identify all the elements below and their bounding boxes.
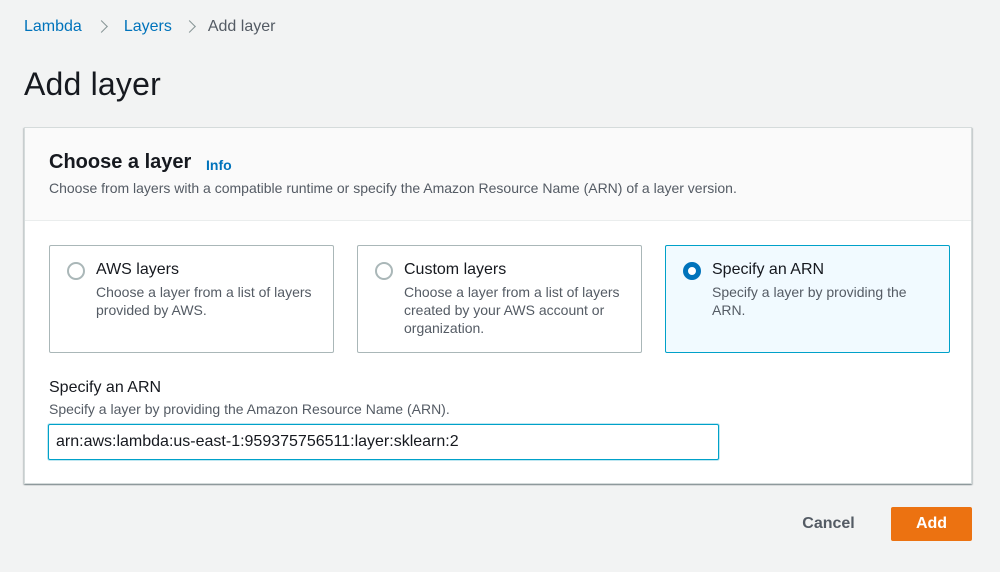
tile-custom-layers[interactable]: Custom layers Choose a layer from a list… — [357, 245, 642, 353]
breadcrumb-lambda-link[interactable]: Lambda — [24, 18, 82, 36]
chevron-right-icon — [172, 16, 208, 38]
arn-input[interactable] — [48, 424, 719, 460]
choose-layer-panel: Choose a layer Info Choose from layers w… — [24, 127, 972, 484]
tile-description: Specify a layer by providing the ARN. — [712, 284, 907, 318]
tile-aws-layers[interactable]: AWS layers Choose a layer from a list of… — [49, 245, 334, 353]
breadcrumb-current: Add layer — [207, 18, 276, 35]
arn-field-label: Specify an ARN — [49, 379, 162, 396]
cancel-button[interactable]: Cancel — [782, 507, 875, 541]
radio-aws-layers[interactable] — [67, 262, 85, 280]
radio-custom-layers[interactable] — [375, 262, 393, 280]
add-button[interactable]: Add — [891, 507, 972, 541]
arn-field-description: Specify a layer by providing the Amazon … — [49, 401, 450, 417]
radio-specify-arn[interactable] — [683, 262, 701, 280]
breadcrumb: Lambda Layers Add layer — [24, 16, 275, 38]
breadcrumb-layers-link[interactable]: Layers — [124, 18, 172, 36]
info-link[interactable]: Info — [206, 157, 232, 173]
tile-description: Choose a layer from a list of layers pro… — [96, 284, 312, 318]
tile-title: Specify an ARN — [712, 261, 825, 278]
tile-title: AWS layers — [96, 261, 179, 278]
panel-description: Choose from layers with a compatible run… — [49, 180, 737, 196]
page-title: Add layer — [24, 66, 161, 102]
tile-description: Choose a layer from a list of layers cre… — [404, 284, 620, 336]
panel-header: Choose a layer Info Choose from layers w… — [25, 128, 971, 221]
chevron-right-icon — [82, 16, 124, 38]
tile-title: Custom layers — [404, 261, 507, 278]
panel-title: Choose a layer — [49, 151, 192, 173]
tile-specify-arn[interactable]: Specify an ARN Specify a layer by provid… — [665, 245, 950, 353]
